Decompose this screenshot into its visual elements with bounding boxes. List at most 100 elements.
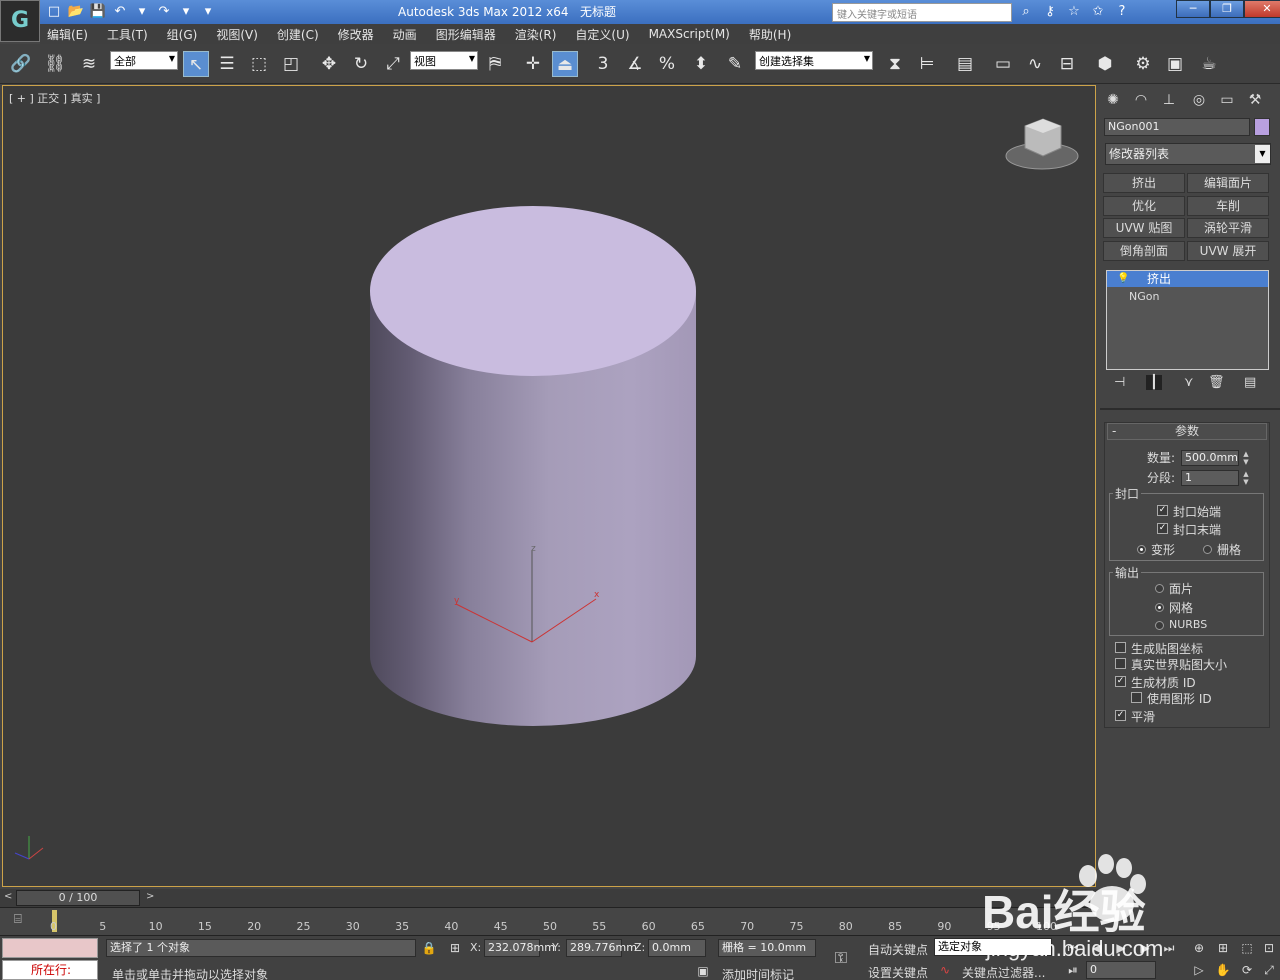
mini-curve-editor-icon[interactable]: ⌸ (14, 912, 22, 927)
orbit-icon[interactable]: ⟳ (1236, 960, 1258, 980)
keyboard-shortcut-override-icon[interactable]: ⏏ (552, 51, 578, 77)
object-color-swatch[interactable] (1254, 118, 1270, 136)
set-key-icon[interactable]: ⚿ (830, 948, 852, 968)
morph-radio[interactable] (1137, 545, 1146, 554)
modifier-unwrap-uvw-button[interactable]: UVW 展开 (1187, 241, 1269, 261)
key-filters-icon[interactable]: ∿ (934, 960, 956, 980)
customize-qa-icon[interactable]: ▾ (198, 2, 218, 22)
star-icon[interactable]: ☆ (1064, 2, 1084, 22)
x-coord-field[interactable]: 232.078mm (484, 939, 555, 957)
mesh-radio[interactable] (1155, 603, 1164, 612)
layer-manager-icon[interactable]: ▤ (952, 51, 978, 77)
open-file-icon[interactable]: 📂 (66, 2, 86, 22)
mirror-icon[interactable]: ⧗ (882, 51, 908, 77)
selection-lock-icon[interactable]: 🔒 (418, 938, 440, 958)
favorites-icon[interactable]: ✩ (1088, 2, 1108, 22)
gen-material-ids-checkbox[interactable]: ✓ (1115, 676, 1126, 687)
menu-tools[interactable]: 工具(T) (100, 26, 155, 43)
modifier-lathe-button[interactable]: 车削 (1187, 196, 1269, 216)
add-time-tag-icon[interactable]: ▣ (692, 961, 714, 980)
amount-spinner-arrows[interactable]: ▲ ▼ (1241, 450, 1251, 466)
play-icon[interactable]: ▶ (1110, 938, 1132, 958)
current-frame-field[interactable]: 0 (1086, 961, 1156, 979)
utilities-tab-icon[interactable]: ⚒ (1244, 89, 1266, 111)
key-mode-icon[interactable]: ⏯ (1062, 960, 1084, 980)
use-shape-ids-checkbox[interactable] (1131, 692, 1142, 703)
undo-dropdown-icon[interactable]: ▾ (132, 2, 152, 22)
stack-item-ngon[interactable]: NGon (1129, 290, 1159, 303)
modifier-bevel-profile-button[interactable]: 倒角剖面 (1103, 241, 1185, 261)
redo-dropdown-icon[interactable]: ▾ (176, 2, 196, 22)
real-world-map-size-checkbox[interactable] (1115, 658, 1126, 669)
absolute-mode-icon[interactable]: ⊞ (444, 938, 466, 958)
percent-snap-icon[interactable]: % (654, 51, 680, 77)
unlink-icon[interactable]: ⛓ (42, 51, 68, 77)
lightbulb-icon[interactable]: 💡 (1117, 271, 1129, 287)
display-tab-icon[interactable]: ▭ (1216, 89, 1238, 111)
angle-snap-icon[interactable]: ∡ (622, 51, 648, 77)
spinner-snap-icon[interactable]: ⬍ (688, 51, 714, 77)
menu-help[interactable]: 帮助(H) (742, 26, 798, 43)
object-name-field[interactable]: NGon001 (1104, 118, 1250, 136)
edit-named-selection-icon[interactable]: ✎ (722, 51, 748, 77)
select-by-name-icon[interactable]: ☰ (214, 51, 240, 77)
zoom-all-icon[interactable]: ⊞ (1212, 938, 1234, 958)
field-of-view-icon[interactable]: ▷ (1188, 960, 1210, 980)
help-icon[interactable]: ? (1112, 2, 1132, 22)
time-next-icon[interactable]: > (146, 891, 154, 902)
zoom-icon[interactable]: ⊕ (1188, 938, 1210, 958)
pan-icon[interactable]: ✋ (1212, 960, 1234, 980)
render-teapot-icon[interactable]: ☕ (1196, 51, 1222, 77)
cylinder-object[interactable] (370, 206, 696, 726)
modifier-uvw-map-button[interactable]: UVW 贴图 (1103, 218, 1185, 238)
menu-group[interactable]: 组(G) (160, 26, 205, 43)
key-filter-dropdown[interactable]: 选定对象 (934, 938, 1052, 956)
y-coord-field[interactable]: 289.776mm (566, 939, 637, 957)
menu-views[interactable]: 视图(V) (209, 26, 265, 43)
cap-start-checkbox[interactable]: ✓ (1157, 505, 1168, 516)
configure-modifier-sets-icon[interactable]: ▤ (1244, 375, 1256, 390)
gen-mapping-coords-checkbox[interactable] (1115, 642, 1126, 653)
stack-item-extrude[interactable]: 💡 挤出 (1107, 271, 1268, 287)
key-icon[interactable]: ⚷ (1040, 2, 1060, 22)
patch-radio[interactable] (1155, 584, 1164, 593)
nurbs-radio[interactable] (1155, 621, 1164, 630)
key-filters-button[interactable]: 关键点过滤器... (962, 964, 1045, 980)
perspective-viewport[interactable]: [ + ] 正交 ] 真实 ] z y x (2, 85, 1096, 887)
modifier-extrude-button[interactable]: 挤出 (1103, 173, 1185, 193)
modifier-turbosmooth-button[interactable]: 涡轮平滑 (1187, 218, 1269, 238)
new-file-icon[interactable]: □ (44, 2, 64, 22)
curve-editor-icon[interactable]: ∿ (1022, 51, 1048, 77)
go-to-start-icon[interactable]: ⏮ (1062, 938, 1084, 958)
binoculars-icon[interactable]: ⌕ (1016, 2, 1036, 22)
select-manipulate-icon[interactable]: ✛ (520, 51, 546, 77)
time-prev-icon[interactable]: < (4, 891, 12, 902)
segments-spinner-arrows[interactable]: ▲ ▼ (1241, 470, 1251, 486)
rendered-frame-icon[interactable]: ▣ (1162, 51, 1188, 77)
rotate-icon[interactable]: ↻ (348, 51, 374, 77)
menu-customize[interactable]: 自定义(U) (568, 26, 636, 43)
scale-icon[interactable]: ⤢ (380, 51, 406, 77)
render-setup-icon[interactable]: ⚙ (1130, 51, 1156, 77)
modifier-optimize-button[interactable]: 优化 (1103, 196, 1185, 216)
menu-graph-editors[interactable]: 图形编辑器 (429, 26, 503, 43)
segments-spinner[interactable]: 1 (1181, 470, 1239, 486)
menu-edit[interactable]: 编辑(E) (40, 26, 95, 43)
material-editor-icon[interactable]: ⬢ (1092, 51, 1118, 77)
motion-tab-icon[interactable]: ◎ (1188, 89, 1210, 111)
undo-icon[interactable]: ↶ (110, 2, 130, 22)
track-bar[interactable]: ⌸ 0 5 10 15 20 25 30 35 40 45 50 55 60 65 70 75 80 85 90 95… (0, 907, 1100, 935)
set-key-button[interactable]: 设置关键点 (868, 964, 928, 980)
selection-filter-dropdown[interactable]: 全部 (110, 51, 178, 70)
modifier-edit-patch-button[interactable]: 编辑面片 (1187, 173, 1269, 193)
next-frame-icon[interactable]: ▶ (1134, 938, 1156, 958)
z-coord-field[interactable]: 0.0mm (648, 939, 706, 957)
create-tab-icon[interactable]: ✺ (1102, 89, 1124, 111)
modifier-list-dropdown[interactable]: 修改器列表 ▼ (1105, 143, 1271, 165)
add-time-tag-label[interactable]: 添加时间标记 (722, 966, 794, 980)
rect-selection-icon[interactable]: ⬚ (246, 51, 272, 77)
show-end-result-icon[interactable]: ┃ (1146, 375, 1162, 390)
move-icon[interactable]: ✥ (316, 51, 342, 77)
prev-frame-icon[interactable]: ◀ (1086, 938, 1108, 958)
parameters-rollout-header[interactable]: - 参数 (1107, 423, 1267, 440)
